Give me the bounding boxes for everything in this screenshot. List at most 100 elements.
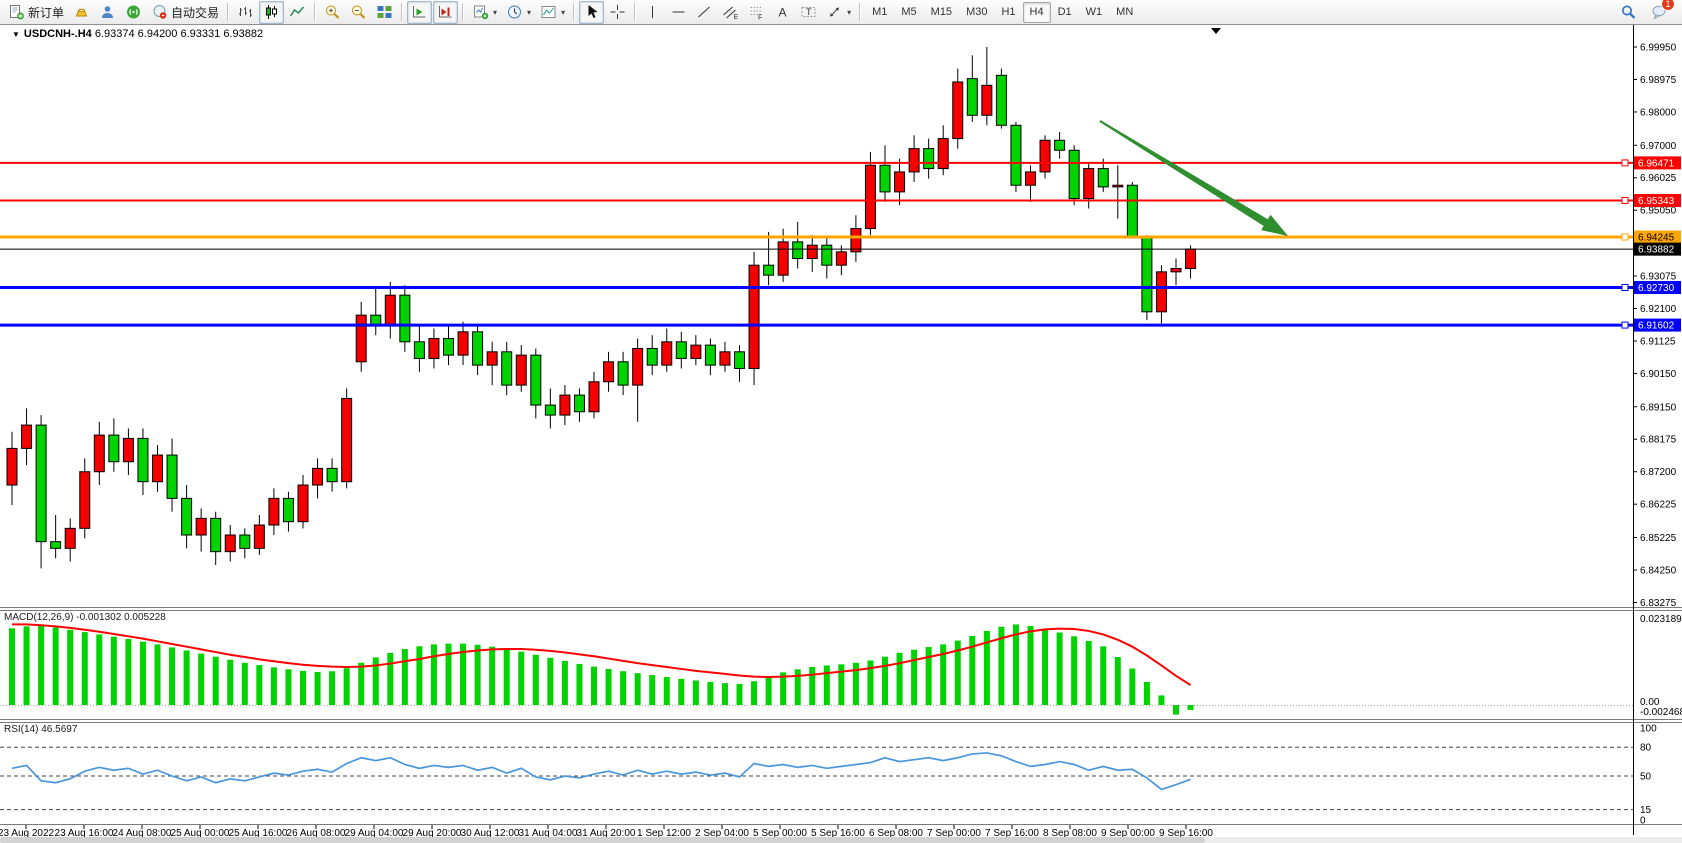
- time-axis[interactable]: 23 Aug 202223 Aug 16:0024 Aug 08:0025 Au…: [0, 825, 1213, 839]
- level-line-handle[interactable]: [1622, 160, 1628, 166]
- price-axis[interactable]: 6.999506.989756.980006.970006.960256.950…: [1633, 43, 1681, 609]
- svg-text:15: 15: [1640, 805, 1652, 816]
- autotrade-icon: [151, 4, 168, 20]
- toolbar-separator: [634, 3, 636, 21]
- market-watch-button[interactable]: [69, 1, 94, 24]
- svg-text:0: 0: [1640, 816, 1646, 827]
- new-chart-button[interactable]: ▾: [468, 1, 501, 24]
- terminal-button[interactable]: [95, 1, 120, 24]
- timeframe-MN[interactable]: MN: [1109, 2, 1140, 23]
- svg-text:6.92100: 6.92100: [1640, 304, 1677, 315]
- svg-text:6.84250: 6.84250: [1640, 565, 1677, 576]
- level-line-handle[interactable]: [1622, 197, 1628, 203]
- text-tool-button[interactable]: A: [770, 1, 795, 24]
- autotrade-button[interactable]: 自动交易: [147, 1, 223, 24]
- tile-windows-button[interactable]: [372, 1, 397, 24]
- svg-text:6.91602: 6.91602: [1638, 321, 1675, 332]
- auto-scroll-icon: [411, 4, 428, 20]
- ohlc-high: 6.94200: [138, 28, 178, 40]
- zoom-out-icon: [350, 4, 367, 20]
- timeframe-M15[interactable]: M15: [924, 2, 959, 23]
- shift-marker[interactable]: [1211, 28, 1221, 34]
- new-order-button[interactable]: 新订单: [4, 1, 68, 24]
- level-line-handle[interactable]: [1622, 285, 1628, 291]
- chart-dropdown-icon[interactable]: ▼: [12, 30, 20, 39]
- clock-icon: [506, 4, 523, 20]
- profile-icon: [99, 4, 116, 20]
- svg-text:6.85225: 6.85225: [1640, 533, 1677, 544]
- scrollbar-thumb[interactable]: [0, 837, 1205, 843]
- bar-chart-icon: [237, 4, 254, 20]
- horizontal-line-icon: [670, 4, 687, 20]
- rsi-pane: 1008050150: [0, 724, 1657, 827]
- chart-shift-marker[interactable]: [1211, 28, 1221, 34]
- timeframe-W1[interactable]: W1: [1079, 2, 1110, 23]
- candle-chart-icon: [263, 4, 280, 20]
- candles-layer: [7, 47, 1196, 568]
- chart-canvas[interactable]: 6.999506.989756.980006.970006.960256.950…: [0, 0, 1682, 843]
- tile-windows-icon: [376, 4, 393, 20]
- level-line-handle[interactable]: [1622, 234, 1628, 240]
- svg-text:6.98975: 6.98975: [1640, 75, 1677, 86]
- zoom-in-button[interactable]: [320, 1, 345, 24]
- text-label-icon: T: [800, 4, 817, 20]
- crosshair-icon: [609, 4, 626, 20]
- rsi-value: 46.5697: [41, 724, 77, 735]
- level-line-handle[interactable]: [1622, 322, 1628, 328]
- trend-arrow-shaft[interactable]: [1099, 120, 1270, 227]
- macd-indicator-label: MACD(12,26,9) -0.001302 0.005228: [4, 612, 166, 623]
- toolbar-right-tools: 1: [1616, 1, 1678, 24]
- new-order-icon: [8, 4, 25, 20]
- timeframe-H4[interactable]: H4: [1023, 2, 1051, 23]
- new-order-label: 新订单: [28, 4, 64, 21]
- auto-scroll-button[interactable]: [407, 1, 432, 24]
- timeframe-M30[interactable]: M30: [959, 2, 994, 23]
- arrows-tool-button[interactable]: ▾: [822, 1, 855, 24]
- autotrade-label: 自动交易: [171, 4, 219, 21]
- bottom-scrollbar[interactable]: [0, 837, 1682, 843]
- timeframe-group: M1M5M15M30H1H4D1W1MN: [865, 2, 1140, 23]
- zoom-out-button[interactable]: [346, 1, 371, 24]
- rsi-indicator-label: RSI(14) 46.5697: [4, 724, 77, 735]
- template-icon: [540, 4, 557, 20]
- crosshair-tool-button[interactable]: [605, 1, 630, 24]
- vertical-line-tool-button[interactable]: [640, 1, 665, 24]
- dropdown-caret-icon: ▾: [847, 8, 851, 17]
- timeframe-H1[interactable]: H1: [994, 2, 1022, 23]
- timeframe-M5[interactable]: M5: [894, 2, 923, 23]
- rsi-name: RSI(14): [4, 724, 38, 735]
- cursor-tool-button[interactable]: [579, 1, 604, 24]
- svg-text:6.91125: 6.91125: [1640, 336, 1676, 347]
- toolbar-separator: [462, 3, 464, 21]
- svg-text:6.83275: 6.83275: [1640, 598, 1677, 609]
- svg-text:80: 80: [1640, 743, 1652, 754]
- signals-button[interactable]: [121, 1, 146, 24]
- label-tool-button[interactable]: T: [796, 1, 821, 24]
- svg-text:F: F: [758, 15, 762, 21]
- svg-text:6.96025: 6.96025: [1640, 173, 1677, 184]
- periods-button[interactable]: ▾: [502, 1, 535, 24]
- trendline-tool-button[interactable]: [692, 1, 717, 24]
- candle-chart-button[interactable]: [259, 1, 284, 24]
- timeframe-M1[interactable]: M1: [865, 2, 894, 23]
- toolbar-separator: [227, 3, 229, 21]
- notifications-button[interactable]: 1: [1647, 1, 1672, 24]
- line-chart-icon: [289, 4, 306, 20]
- fibonacci-tool-button[interactable]: F: [744, 1, 769, 24]
- channel-tool-button[interactable]: E: [718, 1, 743, 24]
- ohlc-close: 6.93882: [223, 28, 263, 40]
- svg-text:-0.002468: -0.002468: [1640, 707, 1682, 718]
- line-chart-button[interactable]: [285, 1, 310, 24]
- chart-shift-button[interactable]: [433, 1, 458, 24]
- search-button[interactable]: [1616, 1, 1641, 24]
- bar-chart-button[interactable]: [233, 1, 258, 24]
- timeframe-D1[interactable]: D1: [1051, 2, 1079, 23]
- level-lines[interactable]: [0, 160, 1633, 328]
- horizontal-line-tool-button[interactable]: [666, 1, 691, 24]
- templates-button[interactable]: ▾: [536, 1, 569, 24]
- gold-icon: [73, 4, 90, 20]
- dropdown-caret-icon: ▾: [527, 8, 531, 17]
- svg-text:E: E: [734, 14, 739, 20]
- svg-text:6.92730: 6.92730: [1638, 283, 1675, 294]
- toolbar-separator: [314, 3, 316, 21]
